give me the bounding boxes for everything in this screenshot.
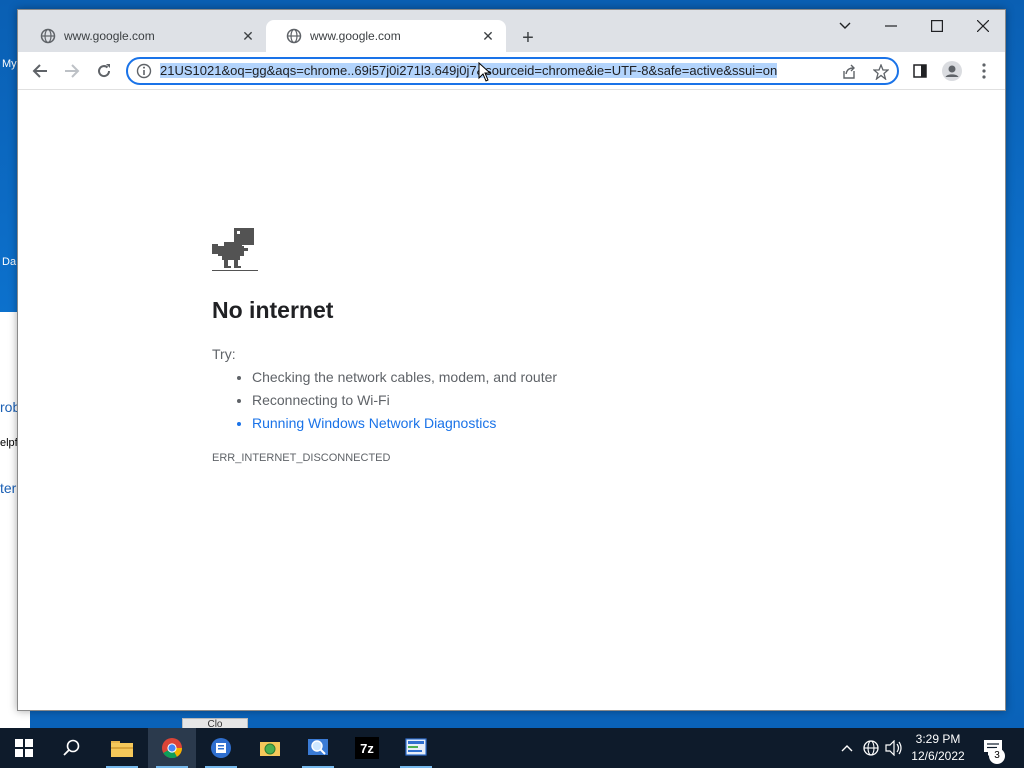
globe-icon — [286, 28, 302, 44]
error-code: ERR_INTERNET_DISCONNECTED — [212, 452, 391, 464]
address-bar[interactable]: 21US1021&oq=gg&aqs=chrome..69i57j0i271l3… — [126, 57, 899, 85]
tab-search-icon[interactable] — [822, 10, 868, 42]
browser-toolbar: 21US1021&oq=gg&aqs=chrome..69i57j0i271l3… — [18, 52, 1005, 90]
close-tab-icon[interactable]: ✕ — [240, 28, 256, 44]
new-tab-button[interactable]: + — [516, 26, 540, 50]
suggestion-item: Reconnecting to Wi-Fi — [252, 391, 557, 414]
close-window-button[interactable] — [960, 10, 1006, 42]
7zip-icon[interactable]: 7z — [343, 728, 391, 768]
page-content: No internet Try: Checking the network ca… — [18, 90, 1005, 710]
system-clock[interactable]: 3:29 PM 12/6/2022 — [905, 731, 971, 765]
notification-count-badge: 3 — [989, 748, 1005, 764]
reload-button[interactable] — [90, 57, 118, 85]
start-icon[interactable] — [0, 728, 48, 768]
clock-time: 3:29 PM — [915, 732, 961, 746]
profile-avatar-icon[interactable] — [938, 57, 966, 85]
back-button[interactable] — [26, 57, 54, 85]
url-selection: 21US1021&oq=gg&aqs=chrome..69i57j0i271l3… — [160, 63, 778, 78]
tab-title: www.google.com — [64, 29, 155, 43]
more-menu-icon[interactable] — [970, 57, 998, 85]
tab-title: www.google.com — [310, 29, 401, 43]
maximize-button[interactable] — [914, 10, 960, 42]
chevron-up-icon[interactable] — [838, 728, 856, 768]
share-icon[interactable] — [840, 63, 858, 81]
search-icon[interactable] — [48, 728, 96, 768]
svg-text:7z: 7z — [360, 741, 374, 756]
globe-icon — [40, 28, 56, 44]
volume-icon[interactable] — [883, 728, 905, 768]
taskbar: 7z 3:29 PM 12/6/2022 — [0, 728, 1024, 768]
suggestion-item: Checking the network cables, modem, and … — [252, 368, 557, 391]
tab-strip: www.google.com ✕ www.google.com ✕ + — [18, 10, 1005, 52]
chrome-icon[interactable] — [148, 728, 196, 768]
network-diagnostics-link[interactable]: Running Windows Network Diagnostics — [252, 414, 557, 437]
dinosaur-icon[interactable] — [212, 228, 258, 272]
file-explorer-icon[interactable] — [98, 728, 146, 768]
tab-inactive[interactable]: www.google.com ✕ — [20, 20, 266, 52]
network-globe-icon[interactable] — [860, 728, 882, 768]
side-panel-icon[interactable] — [906, 57, 934, 85]
tab-active[interactable]: www.google.com ✕ — [266, 20, 506, 52]
clock-date: 12/6/2022 — [911, 749, 965, 763]
desktop-icon-label[interactable]: Da — [2, 256, 16, 268]
app-folder-search-icon[interactable] — [246, 728, 294, 768]
forward-button[interactable] — [58, 57, 86, 85]
minimize-button[interactable] — [868, 10, 914, 42]
app-screen-icon[interactable] — [392, 728, 440, 768]
background-window-text: elpf — [0, 437, 18, 449]
info-icon[interactable] — [136, 63, 152, 79]
background-window-text: ter — [0, 480, 17, 496]
browser-window: www.google.com ✕ www.google.com ✕ + 21US… — [17, 9, 1006, 711]
bookmark-star-icon[interactable] — [872, 63, 890, 81]
suggestion-list: Checking the network cables, modem, and … — [252, 368, 557, 437]
app-magnifier-icon[interactable] — [294, 728, 342, 768]
app-blue-icon[interactable] — [197, 728, 245, 768]
page-title: No internet — [212, 297, 334, 323]
try-label: Try: — [212, 346, 236, 362]
desktop-icon-label[interactable]: My — [2, 58, 17, 70]
url-text[interactable]: 21US1021&oq=gg&aqs=chrome..69i57j0i271l3… — [160, 63, 830, 81]
close-tab-icon[interactable]: ✕ — [480, 28, 496, 44]
mouse-cursor-icon — [478, 62, 492, 82]
